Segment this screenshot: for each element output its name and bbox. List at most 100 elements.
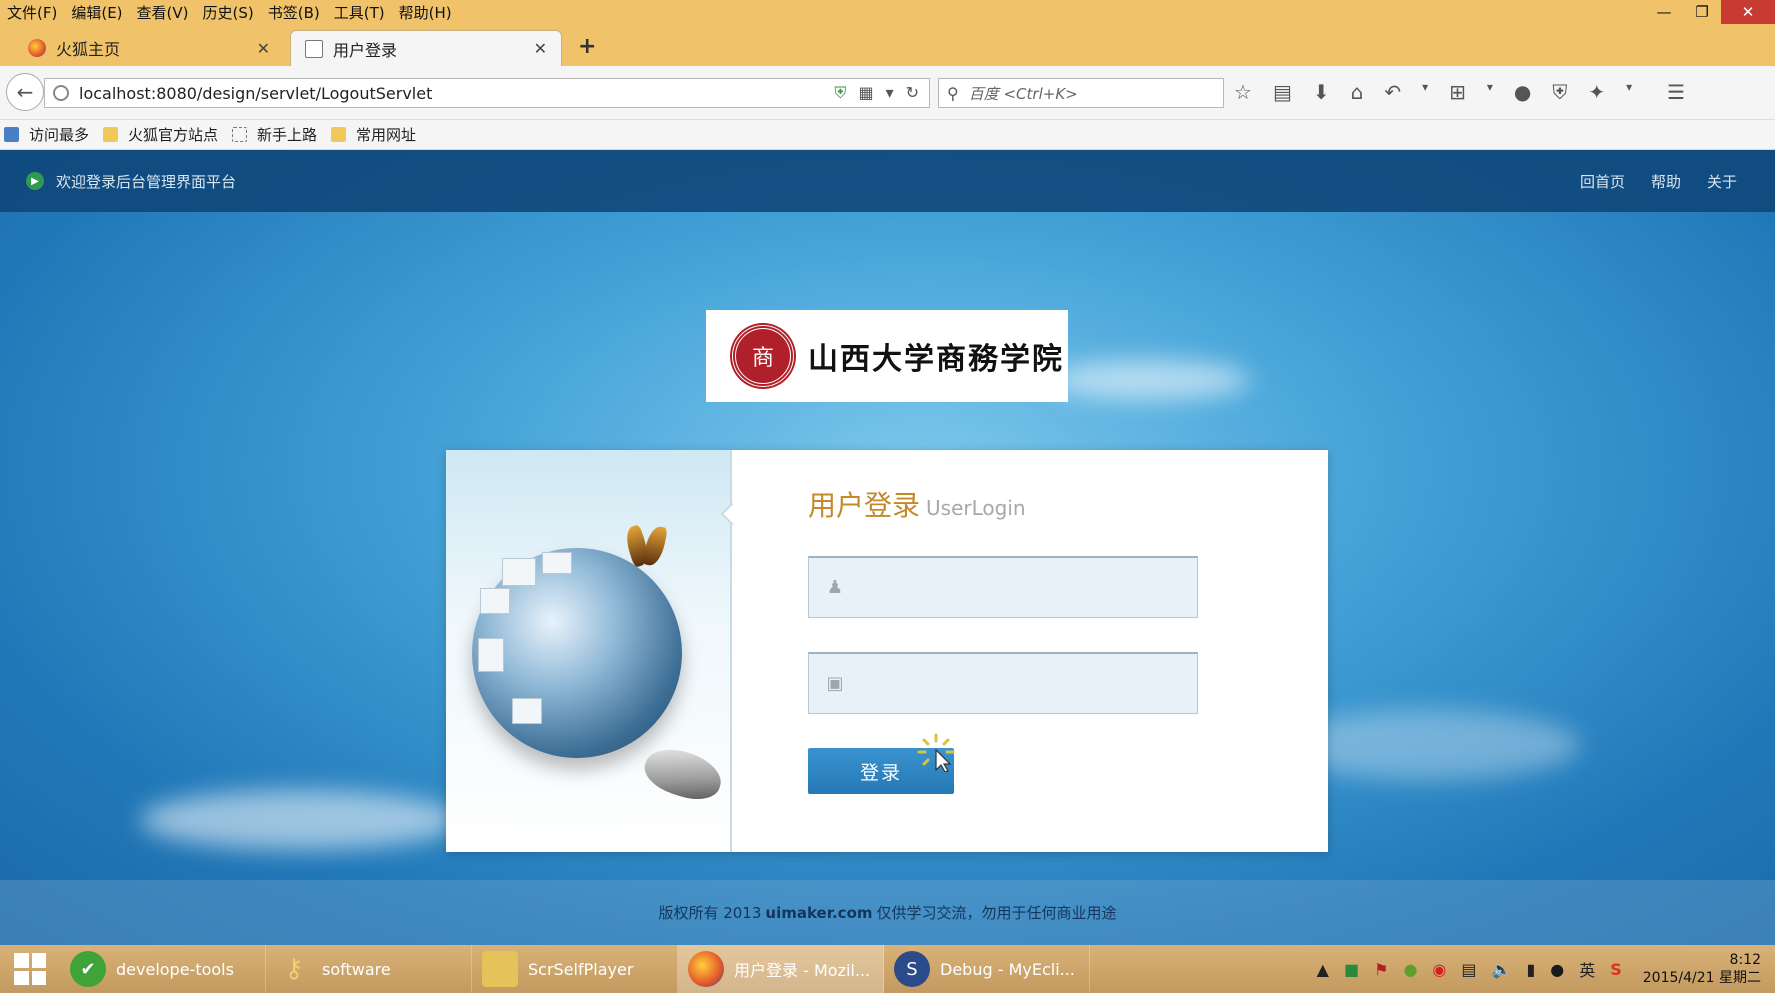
dropdown-icon[interactable]: ▾ xyxy=(1487,80,1493,104)
close-window-button[interactable]: ✕ xyxy=(1721,0,1775,24)
tray-volume-icon[interactable]: 🔈 xyxy=(1492,960,1512,979)
menu-hamburger-icon[interactable]: ☰ xyxy=(1667,80,1685,104)
extension-icon[interactable]: ✦ xyxy=(1588,80,1605,104)
system-clock[interactable]: 8:12 2015/4/21 星期二 xyxy=(1637,951,1761,987)
new-tab-button[interactable]: + xyxy=(578,34,596,59)
header-links: 回首页 帮助 关于 xyxy=(1580,171,1775,192)
login-title: 用户登录 UserLogin xyxy=(808,484,1026,524)
computer-mouse-image xyxy=(639,741,727,807)
taskbar-item-software[interactable]: ⚷ software xyxy=(266,945,472,993)
password-field[interactable]: ▣ xyxy=(808,652,1198,714)
chat-icon[interactable]: ● xyxy=(1514,80,1531,104)
tray-app-icon[interactable]: ■ xyxy=(1344,960,1359,979)
tray-network-icon[interactable]: ▤ xyxy=(1461,960,1476,979)
taskbar-item-firefox[interactable]: 用户登录 - Mozil... xyxy=(678,945,884,993)
close-icon[interactable]: ✕ xyxy=(257,39,270,58)
background-cloud xyxy=(140,790,460,850)
page-footer: 版权所有 2013 uimaker.com 仅供学习交流，勿用于任何商业用途 xyxy=(0,880,1775,945)
loading-cursor-icon xyxy=(917,733,955,772)
dropdown-icon[interactable]: ▾ xyxy=(1422,80,1428,104)
bookmarks-bar: 访问最多 火狐官方站点 新手上路 常用网址 xyxy=(0,120,1775,150)
menu-tools[interactable]: 工具(T) xyxy=(327,2,392,23)
menu-help[interactable]: 帮助(H) xyxy=(392,2,459,23)
security-shield-icon[interactable]: ⛨ xyxy=(1552,80,1567,104)
close-icon[interactable]: ✕ xyxy=(534,39,547,58)
background-cloud xyxy=(1050,360,1250,400)
taskbar: ✔ develope-tools ⚷ software ScrSelfPlaye… xyxy=(0,945,1775,993)
windows-logo-icon xyxy=(14,953,46,985)
search-icon: ⚲ xyxy=(947,83,959,103)
tray-security-icon[interactable]: ◉ xyxy=(1432,960,1446,979)
tray-sogou-icon[interactable]: S xyxy=(1610,960,1622,979)
menu-history[interactable]: 历史(S) xyxy=(196,2,261,23)
bookmark-label: 火狐官方站点 xyxy=(128,126,219,144)
firefox-icon xyxy=(28,39,46,57)
taskbar-item-label: software xyxy=(322,959,391,979)
taskbar-item-scrselfplayer[interactable]: ScrSelfPlayer xyxy=(472,945,678,993)
tray-flag-icon[interactable]: ⚑ xyxy=(1374,960,1388,979)
taskbar-item-label: develope-tools xyxy=(116,959,234,979)
url-text[interactable]: localhost:8080/design/servlet/LogoutServ… xyxy=(79,84,432,103)
back-button[interactable]: ← xyxy=(6,73,44,111)
dropdown-icon[interactable]: ▾ xyxy=(1626,80,1632,104)
username-field[interactable]: ♟ xyxy=(808,556,1198,618)
tray-ime-indicator[interactable]: 英 xyxy=(1579,957,1595,981)
tab-bar: 火狐主页 ✕ 用户登录 ✕ + xyxy=(0,24,1775,66)
tab-title: 火狐主页 xyxy=(56,40,121,59)
login-title-cn: 用户登录 xyxy=(808,489,921,522)
school-logo: 商 山西大学商務学院 xyxy=(706,310,1068,402)
search-placeholder[interactable]: 百度 <Ctrl+K> xyxy=(969,83,1078,104)
tray-power-icon[interactable]: ▮ xyxy=(1526,960,1535,979)
firefox-icon xyxy=(688,951,724,987)
menu-view[interactable]: 查看(V) xyxy=(130,2,196,23)
bookmark-most-visited[interactable]: 访问最多 xyxy=(4,124,89,145)
tab-user-login[interactable]: 用户登录 ✕ xyxy=(290,30,562,66)
tray-nvidia-icon[interactable]: ● xyxy=(1403,960,1417,979)
minimize-button[interactable]: — xyxy=(1645,0,1683,24)
bookmark-firefox-site[interactable]: 火狐官方站点 xyxy=(103,124,218,145)
undo-icon[interactable]: ↶ xyxy=(1384,80,1401,104)
menu-file[interactable]: 文件(F) xyxy=(0,2,64,23)
folder-icon xyxy=(482,951,518,987)
download-icon[interactable]: ⬇ xyxy=(1313,80,1330,104)
password-input[interactable] xyxy=(857,663,1177,704)
clock-time: 8:12 xyxy=(1729,952,1761,968)
shield-icon[interactable]: ⛨ xyxy=(834,83,846,103)
menu-bookmarks[interactable]: 书签(B) xyxy=(261,2,327,23)
reload-icon[interactable]: ↻ xyxy=(906,83,919,103)
bookmark-common-sites[interactable]: 常用网址 xyxy=(331,124,416,145)
bookmark-folder-icon xyxy=(4,127,19,142)
menu-edit[interactable]: 编辑(E) xyxy=(64,2,129,23)
bookmark-getting-started[interactable]: 新手上路 xyxy=(232,124,317,145)
help-link[interactable]: 帮助 xyxy=(1651,171,1681,192)
page-icon xyxy=(232,127,248,142)
puzzle-globe-image xyxy=(472,548,682,758)
home-link[interactable]: 回首页 xyxy=(1580,171,1625,192)
home-icon[interactable]: ⌂ xyxy=(1351,80,1364,104)
footer-site[interactable]: uimaker.com xyxy=(765,904,872,922)
taskbar-item-myeclipse[interactable]: S Debug - MyEcli... xyxy=(884,945,1090,993)
search-bar[interactable]: ⚲ 百度 <Ctrl+K> xyxy=(938,78,1224,108)
url-bar[interactable]: localhost:8080/design/servlet/LogoutServ… xyxy=(44,78,930,108)
crop-icon[interactable]: ⊞ xyxy=(1449,80,1466,104)
tray-qq-icon[interactable]: ● xyxy=(1550,960,1564,979)
restore-button[interactable]: ❐ xyxy=(1683,0,1721,24)
system-tray: ▲ ■ ⚑ ● ◉ ▤ 🔈 ▮ ● 英 S 8:12 2015/4/21 星期二 xyxy=(1317,951,1775,987)
tray-expand-icon[interactable]: ▲ xyxy=(1317,960,1329,979)
bookmark-label: 访问最多 xyxy=(29,126,90,144)
qr-code-icon[interactable]: ▦ xyxy=(858,83,873,103)
username-input[interactable] xyxy=(857,567,1177,608)
tab-firefox-home[interactable]: 火狐主页 ✕ xyxy=(14,30,284,66)
taskbar-item-label: 用户登录 - Mozil... xyxy=(734,961,871,980)
eclipse-icon: S xyxy=(894,951,930,987)
bookmark-star-icon[interactable]: ☆ xyxy=(1234,80,1252,104)
reading-list-icon[interactable]: ▤ xyxy=(1273,80,1292,104)
page-icon xyxy=(305,39,323,58)
about-link[interactable]: 关于 xyxy=(1707,171,1737,192)
taskbar-item-develope-tools[interactable]: ✔ develope-tools xyxy=(60,945,266,993)
site-identity-icon[interactable] xyxy=(53,85,69,101)
start-button[interactable] xyxy=(0,945,60,993)
welcome-icon: ▶ xyxy=(26,172,44,190)
dropdown-icon[interactable]: ▾ xyxy=(886,83,894,103)
taskbar-item-label: ScrSelfPlayer xyxy=(528,959,634,979)
